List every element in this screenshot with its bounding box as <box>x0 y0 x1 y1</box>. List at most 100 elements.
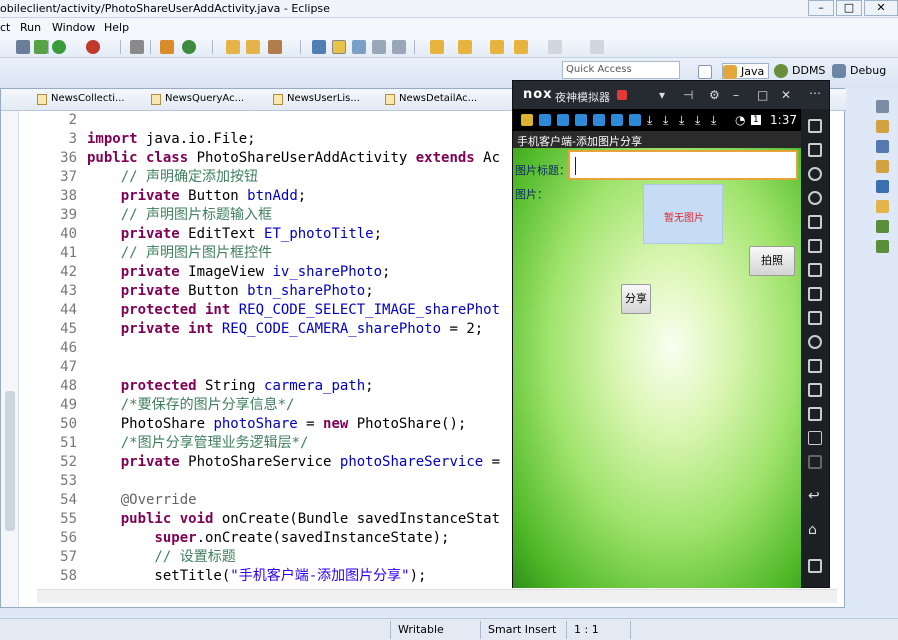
forward-icon[interactable] <box>548 40 562 54</box>
keyboard-icon[interactable] <box>808 215 822 229</box>
status-app-icon <box>575 114 587 126</box>
perspective-ddms-label: DDMS <box>792 64 826 77</box>
menu-item-window[interactable]: Window <box>52 21 95 34</box>
new-android-icon[interactable] <box>34 40 48 54</box>
quick-access-input[interactable]: Quick Access <box>562 61 680 79</box>
javadoc-icon[interactable] <box>876 140 889 153</box>
tab-news-query[interactable]: NewsQueryAc... <box>151 93 244 107</box>
java-perspective-icon <box>723 65 737 79</box>
menu-bar: ct Run Window Help <box>0 18 898 36</box>
status-insert-mode: Smart Insert <box>488 623 557 636</box>
last-edit-icon[interactable] <box>490 40 504 54</box>
emulator-pin-icon[interactable]: ⊣ <box>683 88 693 102</box>
open-folder-icon[interactable] <box>226 40 240 54</box>
maximize-button[interactable]: □ <box>836 0 862 16</box>
home-nav-icon[interactable]: ⌂ <box>808 523 822 537</box>
minimize-button[interactable]: – <box>808 0 834 16</box>
menu-item-help[interactable]: Help <box>104 21 129 34</box>
wifi-icon: ◔ <box>735 113 746 127</box>
fullscreen-icon[interactable] <box>808 239 822 253</box>
emulator-menu-icon[interactable]: ▾ <box>659 88 665 102</box>
run-icon[interactable] <box>52 40 66 54</box>
horizontal-scrollbar[interactable] <box>37 589 837 603</box>
multi-instance-icon[interactable] <box>808 407 822 421</box>
perspective-debug[interactable]: Debug <box>832 63 886 79</box>
loading-icon[interactable] <box>808 335 822 349</box>
share-button[interactable]: 分享 <box>621 284 651 314</box>
tab-label: NewsUserLis... <box>287 93 360 104</box>
recents-nav-icon[interactable] <box>808 559 822 573</box>
toggle-mark-icon[interactable] <box>312 40 326 54</box>
pin-icon[interactable] <box>130 40 144 54</box>
menu-item-run[interactable]: Run <box>20 21 41 34</box>
take-photo-button[interactable]: 拍照 <box>749 246 795 276</box>
share-photo-image[interactable]: 暂无图片 <box>643 184 723 244</box>
search-tool-icon[interactable] <box>268 40 282 54</box>
battery-icon: 1 <box>751 115 761 125</box>
debug-settings-icon[interactable] <box>16 40 30 54</box>
logcat-icon[interactable] <box>876 240 889 253</box>
left-scrollbar-thumb[interactable] <box>5 391 15 531</box>
robot-icon[interactable] <box>808 143 822 157</box>
perspective-debug-label: Debug <box>850 64 887 77</box>
volume-down-icon[interactable] <box>808 287 822 301</box>
nox-emulator-window: nox 夜神模拟器 ▾ ⊣ ⚙ – □ ✕ ⋯ ⤓ ⤓ ⤓ ⤓ ⤓ ◔ 1 1:… <box>512 80 830 588</box>
perspective-java[interactable]: Java <box>722 63 770 79</box>
status-app-icon <box>539 114 551 126</box>
paragraph-icon[interactable] <box>392 40 406 54</box>
back-nav-icon[interactable]: ↩ <box>808 489 822 503</box>
pin-editor-icon[interactable] <box>590 40 604 54</box>
new-package-icon[interactable] <box>182 40 196 54</box>
emulator-minimize-icon[interactable]: – <box>733 88 739 102</box>
block-select-icon[interactable] <box>372 40 386 54</box>
main-toolbar <box>0 36 898 58</box>
location-icon[interactable] <box>808 191 822 205</box>
menu-item-project[interactable]: ct <box>0 21 10 34</box>
declaration-icon[interactable] <box>876 160 889 173</box>
tab-label: NewsQueryAc... <box>165 93 245 104</box>
external-tools-icon[interactable] <box>86 40 100 54</box>
perspective-ddms[interactable]: DDMS <box>774 63 825 79</box>
problems-icon[interactable] <box>876 200 889 213</box>
video-record-icon[interactable] <box>808 383 822 397</box>
open-perspective-icon[interactable] <box>698 65 712 79</box>
phone-icon[interactable] <box>808 119 822 133</box>
emulator-close-icon[interactable]: ✕ <box>781 88 791 102</box>
tab-news-user-list[interactable]: NewsUserLis... <box>273 93 360 107</box>
outline-icon[interactable] <box>876 120 889 133</box>
console-icon[interactable] <box>876 180 889 193</box>
window-titlebar: obileclient/activity/PhotoShareUserAddAc… <box>0 0 898 18</box>
shake-icon[interactable] <box>808 359 822 373</box>
photo-title-label: 图片标题： <box>515 164 570 177</box>
emulator-more-icon[interactable]: ⋯ <box>809 86 821 100</box>
tab-news-detail[interactable]: NewsDetailAc... <box>385 93 477 107</box>
open-type-icon[interactable] <box>246 40 260 54</box>
window-title: obileclient/activity/PhotoShareUserAddAc… <box>0 2 330 15</box>
download-icon: ⤓ <box>647 113 653 127</box>
emulator-sidebar: ↩ ⌂ <box>801 109 829 587</box>
android-status-bar: ⤓ ⤓ ⤓ ⤓ ⤓ ◔ 1 1:37 <box>513 109 801 131</box>
text-caret <box>575 157 576 175</box>
menu-lines-icon[interactable] <box>808 431 822 445</box>
install-apk-icon[interactable] <box>808 311 822 325</box>
next-annotation-icon[interactable] <box>430 40 444 54</box>
emulator-settings-icon[interactable]: ⚙ <box>709 88 720 102</box>
android-view-icon[interactable] <box>876 220 889 233</box>
status-bar: Writable Smart Insert 1 : 1 <box>0 618 898 640</box>
emulator-maximize-icon[interactable]: □ <box>757 88 768 102</box>
no-photo-text: 暂无图片 <box>664 213 704 224</box>
scissors-icon[interactable] <box>808 167 822 181</box>
disabled-tool-icon <box>808 455 822 469</box>
close-window-button[interactable]: ✕ <box>864 0 898 16</box>
show-whitespace-icon[interactable] <box>352 40 366 54</box>
volume-up-icon[interactable] <box>808 263 822 277</box>
status-cursor-position: 1 : 1 <box>574 623 599 636</box>
tab-news-collection[interactable]: NewsCollecti... <box>37 93 125 107</box>
prev-annotation-icon[interactable] <box>458 40 472 54</box>
ddms-icon <box>774 64 788 78</box>
new-class-icon[interactable] <box>160 40 174 54</box>
restore-view-icon[interactable] <box>876 100 889 113</box>
highlight-icon[interactable] <box>332 40 346 54</box>
back-icon[interactable] <box>514 40 528 54</box>
photo-title-input[interactable] <box>568 150 798 180</box>
